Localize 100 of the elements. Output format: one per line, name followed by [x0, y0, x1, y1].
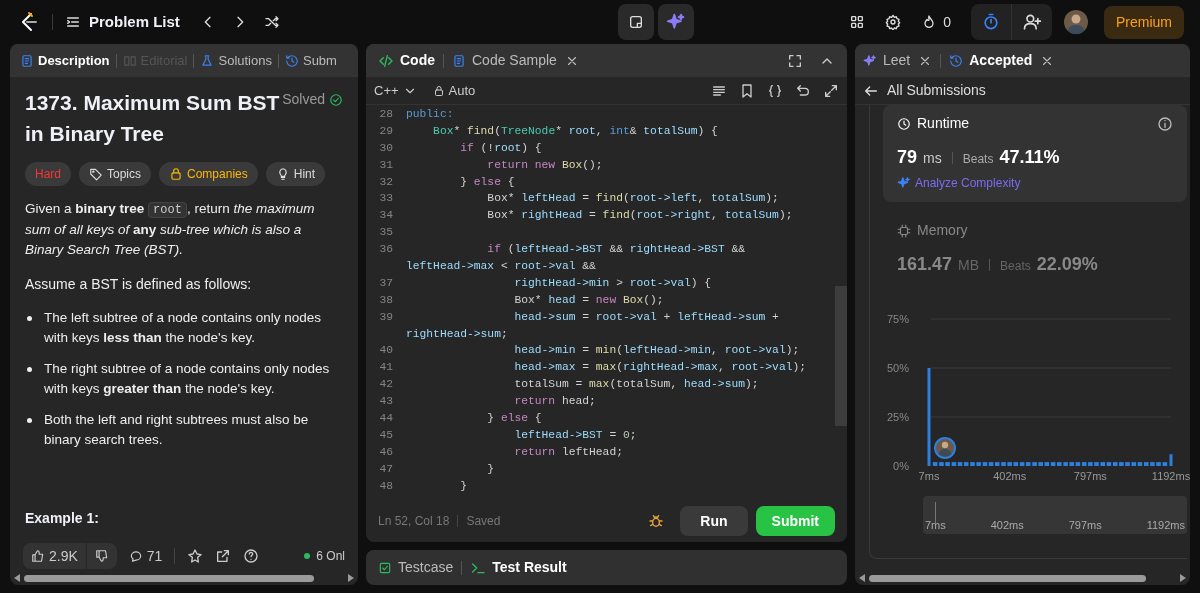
panel-tab[interactable]: Description: [20, 50, 110, 71]
online-count: 6 Onl: [316, 548, 345, 565]
code-line: return head;: [513, 394, 596, 410]
bookmark-icon[interactable]: [739, 82, 755, 99]
x-axis-label: 402ms: [993, 470, 1027, 482]
settings-icon[interactable]: [885, 14, 902, 30]
avatar[interactable]: [1064, 10, 1088, 34]
sparkle-icon: [665, 12, 686, 32]
user-avatar-marker: [934, 437, 956, 459]
panel-tab[interactable]: Subm: [284, 50, 337, 71]
beats-label: Beats: [962, 151, 994, 168]
streak-button[interactable]: 0: [921, 11, 951, 33]
metric-value: 161.47: [897, 253, 953, 276]
code-line: if (leftHead->BST && rightHead->BST &&: [486, 242, 745, 258]
y-axis-label: 0%: [893, 460, 909, 472]
metric-card[interactable]: Memory 161.47 MB Beats 22.09%: [883, 212, 1187, 288]
problem-list-button[interactable]: Problem List: [65, 10, 180, 34]
metric-label: Memory: [917, 221, 968, 240]
code-line: Box* find(TreeNode* root, int& totalSum) {: [432, 123, 718, 139]
chip-icon: [897, 223, 911, 238]
line-number: 39: [378, 309, 394, 325]
notes-button[interactable]: [617, 4, 654, 40]
code-line: }: [459, 478, 467, 494]
panel-tab[interactable]: Test Result: [470, 557, 567, 578]
premium-button[interactable]: Premium: [1104, 5, 1184, 39]
panel-tab[interactable]: Code: [378, 50, 435, 71]
panel-tab[interactable]: Testcase: [378, 557, 454, 578]
expand-icon[interactable]: [823, 82, 839, 99]
tag-icon: [89, 167, 103, 181]
add-user-icon: [1022, 12, 1042, 32]
panel-tab[interactable]: Code Sample: [452, 50, 557, 71]
companies-tag[interactable]: Companies: [159, 162, 258, 186]
brush-label: 1192ms: [1146, 517, 1185, 533]
topics-tag[interactable]: Topics: [79, 162, 152, 186]
range-brush[interactable]: 7ms 402ms 797ms 1192ms: [923, 496, 1187, 534]
code-line: head->max = max(rightHead->max, root->val);: [513, 360, 806, 376]
grid-icon[interactable]: [849, 14, 866, 30]
solved-status: Solved: [282, 89, 343, 110]
undo-icon[interactable]: [795, 82, 811, 99]
braces-icon[interactable]: [767, 82, 783, 99]
y-axis-label: 25%: [886, 411, 909, 423]
code-line: totalSum = max(totalSum, head->sum);: [513, 377, 759, 393]
code-line: if (!root) {: [459, 140, 542, 156]
code-line: } else {: [486, 411, 542, 427]
line-number: 32: [378, 174, 394, 190]
metric-card[interactable]: Runtime 79 ms Beats 47.11% Analyze Complexity: [883, 105, 1187, 202]
list-item-text: The left subtree of a node contains only nodes with keys less than the node's key.: [44, 309, 322, 347]
help-icon[interactable]: [243, 548, 260, 564]
metric-unit: ms: [923, 149, 942, 168]
example-heading: Example 1:: [25, 509, 100, 528]
doc-icon: [452, 53, 466, 68]
auto-mode-button[interactable]: Auto: [432, 80, 476, 101]
language-dropdown[interactable]: C++: [374, 80, 417, 101]
ai-button[interactable]: [657, 4, 694, 40]
clock-icon: [897, 116, 911, 131]
info-icon[interactable]: [1157, 115, 1173, 132]
bug-icon[interactable]: [648, 513, 665, 529]
code-line: return new Box();: [486, 157, 603, 173]
check-circle-icon: [329, 92, 343, 107]
line-number: 38: [378, 292, 394, 308]
list-icon: [65, 14, 81, 30]
list-item-text: The right subtree of a node contains only nodes with keys greater than the node's key.: [44, 360, 331, 398]
line-number: 37: [378, 275, 394, 291]
code-line: leftHead->max < root->val &&: [406, 259, 596, 274]
hint-tag[interactable]: Hint: [265, 162, 326, 186]
run-button[interactable]: Run: [680, 506, 748, 536]
y-axis-label: 75%: [886, 313, 909, 325]
comments-button[interactable]: 71: [128, 545, 163, 567]
code-line: leftHead->BST = 0;: [513, 427, 637, 443]
code-line: rightHead->sum;: [406, 326, 508, 342]
panel-tab[interactable]: Leet: [863, 50, 911, 71]
panel-tab[interactable]: Accepted: [949, 50, 1033, 71]
book-icon: [122, 53, 137, 68]
panel-tab[interactable]: Solutions: [200, 50, 272, 71]
x-axis-label: 7ms: [918, 470, 940, 482]
code-line: }: [486, 461, 495, 477]
beats-label: Beats: [1000, 258, 1031, 275]
line-number: 48: [378, 478, 394, 494]
x-axis-label: 1192ms: [1151, 470, 1190, 482]
shuffle-icon[interactable]: [263, 14, 280, 30]
flask-icon: [200, 53, 215, 68]
line-number: 36: [378, 242, 394, 258]
brush-label: 797ms: [1068, 517, 1102, 533]
line-number: 45: [378, 427, 394, 443]
star-icon[interactable]: [187, 548, 204, 564]
fullscreen-icon[interactable]: [787, 52, 803, 69]
sparkle-icon: [897, 176, 911, 190]
list-item-text: Both the left and right subtrees must also be binary search trees.: [44, 411, 310, 449]
body-text: Assume a BST is defined as follows:: [25, 275, 253, 294]
line-number: 34: [378, 208, 394, 224]
share-icon[interactable]: [215, 548, 232, 564]
code-line: rightHead->min > root->val) {: [513, 275, 712, 291]
line-number: 44: [378, 411, 394, 427]
code-line: head->sum = root->val + leftHead->sum +: [513, 309, 779, 325]
sparkle-icon: [863, 53, 877, 68]
code-line: } else {: [459, 174, 515, 190]
thumbs-down-icon: [94, 549, 109, 563]
comment-icon: [128, 549, 143, 563]
y-axis-label: 50%: [886, 362, 909, 374]
save-status: Saved: [466, 513, 501, 530]
